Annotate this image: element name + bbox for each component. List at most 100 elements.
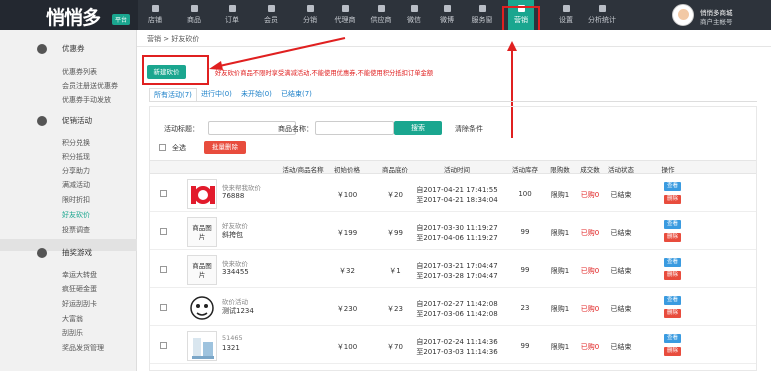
sidebar-item[interactable]: 分享助力	[62, 166, 90, 176]
logo[interactable]: 悄悄多 平台	[0, 0, 138, 30]
column-header: 初始价格	[334, 166, 360, 174]
user-icon	[267, 4, 276, 13]
row-checkbox[interactable]	[160, 228, 167, 235]
end-time: 至2017-03-03 11:14:36	[416, 348, 498, 356]
view-button[interactable]: 查看	[664, 220, 681, 229]
nav-item-3[interactable]: 会员	[261, 0, 281, 30]
sidebar-item[interactable]: 投票调查	[62, 225, 90, 235]
nav-item-8[interactable]: 微博	[437, 0, 457, 30]
nav-item-0[interactable]: 店铺	[146, 0, 164, 30]
initial-price: ￥230	[336, 305, 358, 313]
tab-3[interactable]: 已结束(7)	[277, 88, 316, 102]
nav-item-6[interactable]: 供应商	[365, 0, 397, 30]
row-checkbox[interactable]	[160, 304, 167, 311]
nav-item-9[interactable]: 服务窗	[468, 0, 496, 30]
view-button[interactable]: 查看	[664, 182, 681, 191]
sidebar-item[interactable]: 限时折扣	[62, 195, 90, 205]
row-checkbox[interactable]	[160, 342, 167, 349]
delete-button[interactable]: 删除	[664, 309, 681, 318]
view-button[interactable]: 查看	[664, 334, 681, 343]
column-header: 活动时间	[444, 166, 470, 174]
tab-2[interactable]: 未开始(0)	[237, 88, 276, 102]
deal-count: 已购0	[580, 229, 600, 237]
floor-price: ￥23	[387, 305, 403, 313]
sidebar-item[interactable]: 积分抵现	[62, 152, 90, 162]
nav-item-1[interactable]: 商品	[184, 0, 204, 30]
sidebar-item[interactable]: 积分兑换	[62, 138, 90, 148]
product-thumbnail	[187, 179, 217, 209]
delete-button[interactable]: 删除	[664, 271, 681, 280]
sidebar-item[interactable]: 好友砍价	[62, 210, 90, 220]
initial-price: ￥100	[336, 191, 358, 199]
product-thumbnail: 商品图片	[187, 217, 217, 247]
clear-filters-link[interactable]: 清除条件	[455, 124, 483, 134]
sidebar-group-title[interactable]: 促销活动	[62, 115, 92, 126]
warning-text: 好友砍价商品不限时享受满减活动,不能使用优惠券,不能使用积分抵扣订单金额	[215, 70, 434, 77]
start-time: 自2017-03-21 17:04:47	[416, 262, 498, 270]
divider	[137, 46, 771, 47]
initial-price: ￥32	[339, 267, 355, 275]
product-name: 76888	[222, 192, 245, 200]
select-all-checkbox[interactable]	[159, 144, 166, 151]
sidebar-item[interactable]: 优惠券手动发放	[62, 95, 111, 105]
stock-count: 99	[520, 228, 530, 236]
sidebar-group-title[interactable]: 优惠券	[62, 43, 85, 54]
tab-1[interactable]: 进行中(0)	[197, 88, 236, 102]
nav-item-4[interactable]: 分销	[300, 0, 320, 30]
view-button[interactable]: 查看	[664, 296, 681, 305]
row-checkbox[interactable]	[160, 266, 167, 273]
breadcrumb-parent[interactable]: 营销	[147, 35, 161, 43]
nav-item-7[interactable]: 微信	[404, 0, 424, 30]
start-time: 自2017-04-21 17:41:55	[416, 186, 498, 194]
sidebar-item[interactable]: 幸运大转盘	[62, 270, 97, 280]
sidebar-item[interactable]: 满减活动	[62, 180, 90, 190]
sidebar-item[interactable]: 刮刮乐	[62, 328, 83, 338]
end-time: 至2017-03-06 11:42:08	[416, 310, 498, 318]
sidebar-item[interactable]: 疯狂砸金蛋	[62, 284, 97, 294]
row-checkbox[interactable]	[160, 190, 167, 197]
column-header: 活动状态	[608, 166, 634, 174]
delete-button[interactable]: 删除	[664, 347, 681, 356]
table-row: 快来帮我砍价 76888 ￥100 ￥20 100 限购1 已购0 已结束 自2017-04-2…	[150, 176, 756, 212]
nav-item-12[interactable]: 分析统计	[586, 0, 618, 30]
new-bargain-button[interactable]: 新建砍价	[147, 65, 186, 79]
sidebar-item[interactable]: 大富翁	[62, 314, 83, 324]
select-all-label: 全选	[172, 144, 186, 152]
activity-title: 快来砍价	[222, 260, 248, 268]
coupon-icon	[37, 44, 47, 54]
search-button[interactable]: 搜索	[394, 121, 442, 135]
column-header: 商品底价	[382, 166, 408, 174]
purchase-limit: 限购1	[550, 343, 570, 351]
column-header: 限购数	[550, 166, 570, 174]
sidebar-item[interactable]: 奖品发货管理	[62, 343, 104, 353]
sidebar-item[interactable]: 会员注册送优惠券	[62, 81, 118, 91]
game-icon	[37, 248, 47, 258]
sidebar-group-title[interactable]: 抽奖游戏	[62, 247, 92, 258]
nav-item-5[interactable]: 代理商	[330, 0, 360, 30]
activity-status: 已结束	[610, 267, 632, 275]
delete-button[interactable]: 删除	[664, 195, 681, 204]
start-time: 自2017-02-27 11:42:08	[416, 300, 498, 308]
nav-item-label: 微博	[440, 16, 454, 24]
nav-item-label: 商品	[187, 16, 201, 24]
tabs-divider	[149, 101, 757, 102]
deal-count: 已购0	[580, 267, 600, 275]
product-filter-input[interactable]	[315, 121, 394, 135]
start-time: 自2017-02-24 11:14:36	[416, 338, 498, 346]
nav-item-label: 代理商	[334, 16, 356, 24]
view-button[interactable]: 查看	[664, 258, 681, 267]
sidebar-item[interactable]: 优惠券列表	[62, 67, 97, 77]
delete-button[interactable]: 删除	[664, 233, 681, 242]
nav-item-11[interactable]: 设置	[556, 0, 576, 30]
nav-item-2[interactable]: 订单	[222, 0, 242, 30]
batch-delete-button[interactable]: 批量删除	[204, 141, 246, 154]
deal-count: 已购0	[580, 305, 600, 313]
floor-price: ￥1	[389, 267, 401, 275]
activity-title: 砍价活动	[222, 298, 248, 306]
initial-price: ￥100	[336, 343, 358, 351]
table-row: 51465 1321 ￥100 ￥70 99 限购1 已购0 已结束 自2017-02-24 1…	[150, 328, 756, 364]
avatar[interactable]	[672, 4, 694, 26]
sidebar-item[interactable]: 好运刮刮卡	[62, 299, 97, 309]
tab-0[interactable]: 所有活动(7)	[149, 88, 197, 102]
supplier-icon	[377, 4, 386, 13]
